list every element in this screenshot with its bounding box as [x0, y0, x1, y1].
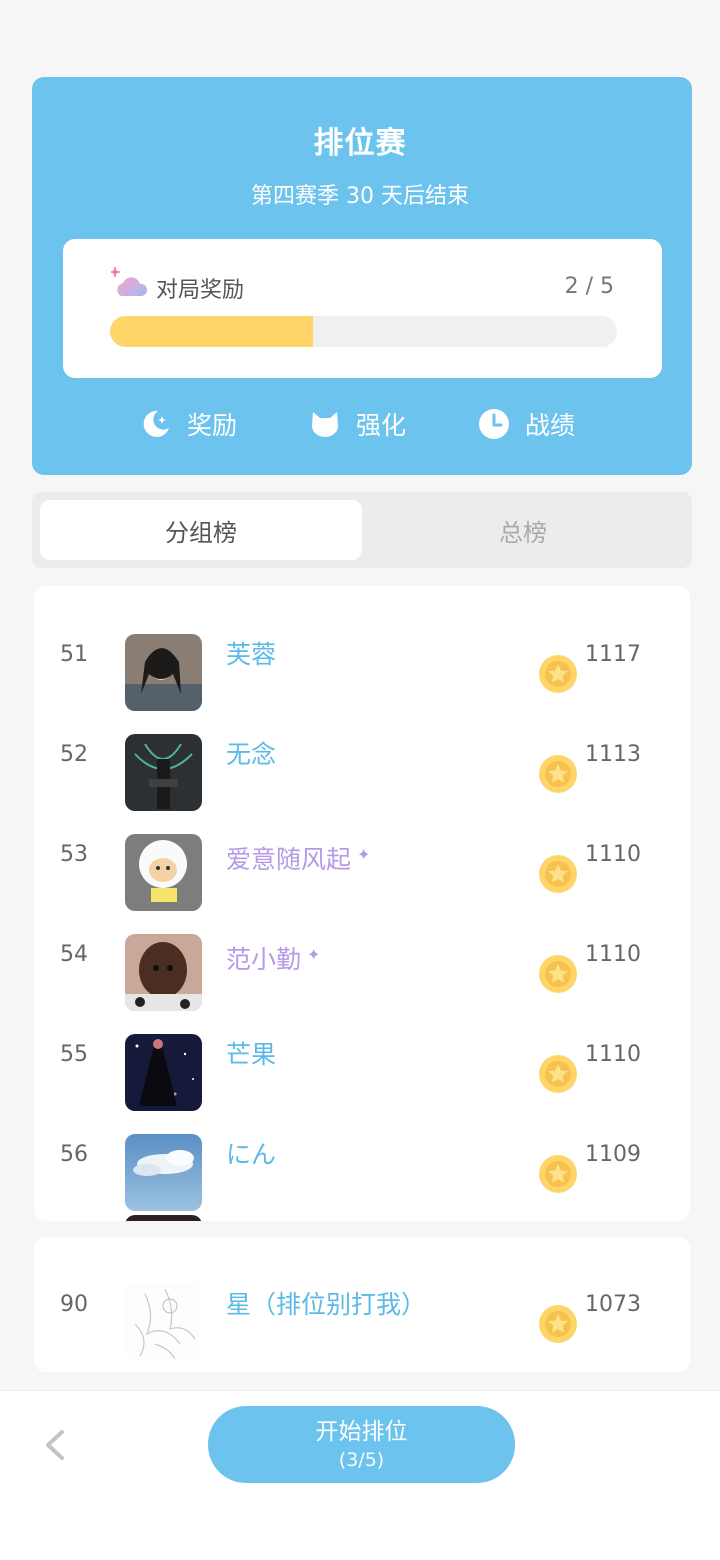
player-name: 无念 [226, 740, 277, 769]
score: 1073 [585, 1292, 641, 1317]
page-title: 排位赛 [313, 126, 407, 161]
enhance-link[interactable]: 强化 [309, 404, 406, 444]
match-reward-panel[interactable] [63, 239, 662, 378]
match-reward-label: 对局奖励 [156, 278, 245, 303]
coin-icon [539, 855, 577, 893]
season-subtitle: 第四赛季 30 天后结束 [251, 184, 469, 209]
cat-icon [312, 412, 338, 437]
coin-icon [539, 755, 577, 793]
start-ranked-label: 开始排位 [315, 1418, 408, 1445]
score: 1117 [585, 642, 641, 667]
match-reward-progress-bar [110, 316, 617, 347]
cloud-sparkle-icon [111, 267, 148, 296]
rank-number: 53 [60, 842, 88, 867]
avatar[interactable] [125, 734, 202, 811]
rewards-link-label: 奖励 [187, 411, 238, 440]
coin-icon [539, 1305, 577, 1343]
score: 1110 [585, 1042, 641, 1067]
rank-number: 52 [60, 742, 88, 767]
avatar [125, 1215, 202, 1221]
score: 1113 [585, 742, 641, 767]
score: 1110 [585, 942, 641, 967]
avatar[interactable] [125, 1134, 202, 1211]
record-link-label: 战绩 [525, 411, 576, 440]
player-name: 范小勤 ✦ [226, 905, 320, 1005]
avatar[interactable] [125, 634, 202, 711]
coin-icon [539, 655, 577, 693]
coin-icon [539, 1155, 577, 1193]
leaderboard-row[interactable]: 53 爱意随风起 ✦ 1110 [34, 805, 690, 911]
record-link[interactable]: 战绩 [478, 404, 575, 444]
avatar[interactable] [125, 834, 202, 911]
rank-number: 51 [60, 642, 88, 667]
coin-icon [539, 955, 577, 993]
enhance-link-label: 强化 [356, 411, 407, 440]
avatar[interactable] [125, 1284, 202, 1361]
score: 1110 [585, 842, 641, 867]
leaderboard-row[interactable]: 51 芙蓉 1117 [34, 605, 690, 711]
rewards-link[interactable]: 奖励 [140, 404, 237, 444]
player-name: 芙蓉 [226, 640, 277, 669]
player-name-text: 范小勤 [226, 945, 302, 974]
leaderboard-list[interactable]: 51 芙蓉 1117 52 无念 1113 53 爱意随风起 ✦ 1110 54 … [34, 586, 690, 1221]
leaderboard-row[interactable]: 55 芒果 1110 [34, 1005, 690, 1111]
leaderboard-row[interactable]: 54 范小勤 ✦ 1110 [34, 905, 690, 1011]
progress-fill [110, 316, 313, 347]
rank-number: 56 [60, 1142, 88, 1167]
moon-star-icon [143, 410, 169, 437]
player-name-text: 爱意随风起 [226, 845, 352, 874]
avatar[interactable] [125, 934, 202, 1011]
coin-icon [539, 1055, 577, 1093]
start-ranked-count: (3/5) [338, 1448, 385, 1471]
clock-icon [479, 409, 509, 439]
player-name: 星（排位别打我） [226, 1290, 427, 1319]
rank-number: 55 [60, 1042, 88, 1067]
start-ranked-button[interactable]: 开始排位 (3/5) [208, 1406, 515, 1483]
player-name: 爱意随风起 ✦ [226, 805, 370, 905]
tab-group-board[interactable]: 分组榜 [40, 500, 362, 560]
rank-number: 90 [60, 1292, 88, 1317]
rank-number: 54 [60, 942, 88, 967]
tab-overall-board[interactable]: 总榜 [362, 500, 684, 560]
back-chevron-icon[interactable] [40, 1428, 70, 1462]
player-name: にん [226, 1140, 277, 1169]
avatar[interactable] [125, 1034, 202, 1111]
my-rank-row[interactable]: 90 星（排位别打我） 1073 [34, 1255, 690, 1361]
match-reward-count: 2 / 5 [564, 274, 614, 299]
my-rank-card[interactable]: 90 星（排位别打我） 1073 [34, 1237, 690, 1372]
leaderboard-row[interactable]: 56 にん 1109 [34, 1105, 690, 1211]
leaderboard-row[interactable]: 52 无念 1113 [34, 705, 690, 811]
sparkle-icon: ✦ [357, 845, 371, 864]
score: 1109 [585, 1142, 641, 1167]
player-name: 芒果 [226, 1040, 277, 1069]
sparkle-icon: ✦ [307, 945, 321, 964]
